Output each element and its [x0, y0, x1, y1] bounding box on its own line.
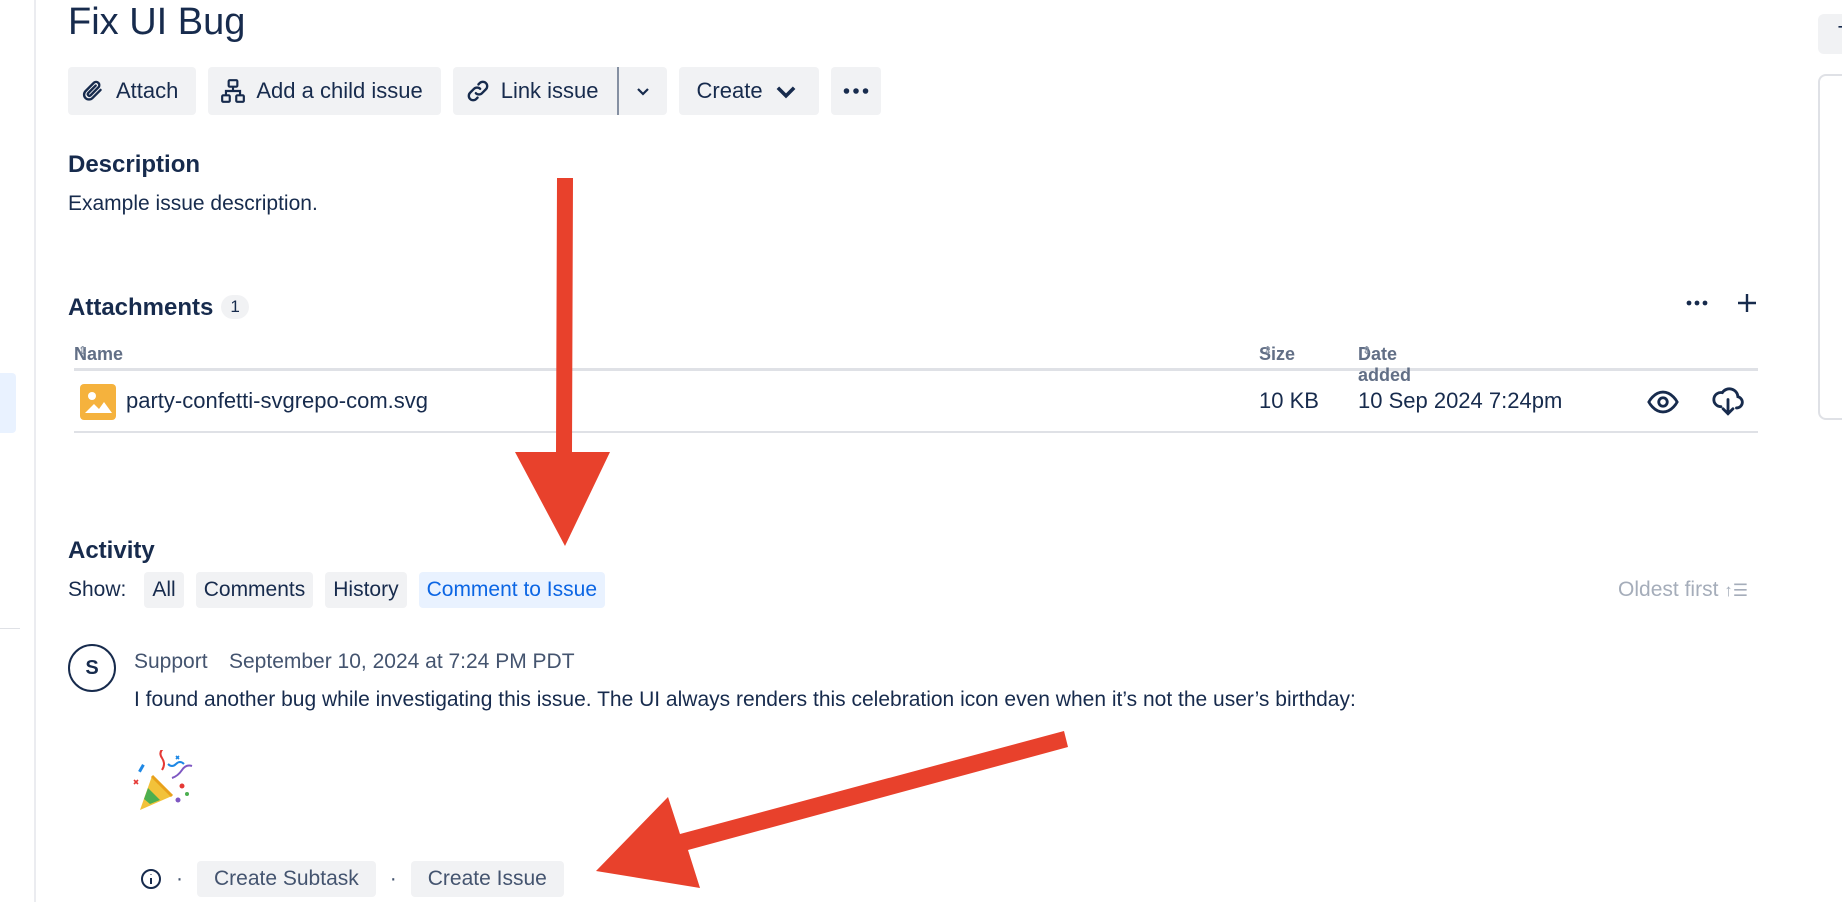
annotation-arrow-down [515, 178, 610, 546]
annotation-arrows [515, 178, 1068, 888]
annotation-arrow-left [596, 731, 1068, 888]
